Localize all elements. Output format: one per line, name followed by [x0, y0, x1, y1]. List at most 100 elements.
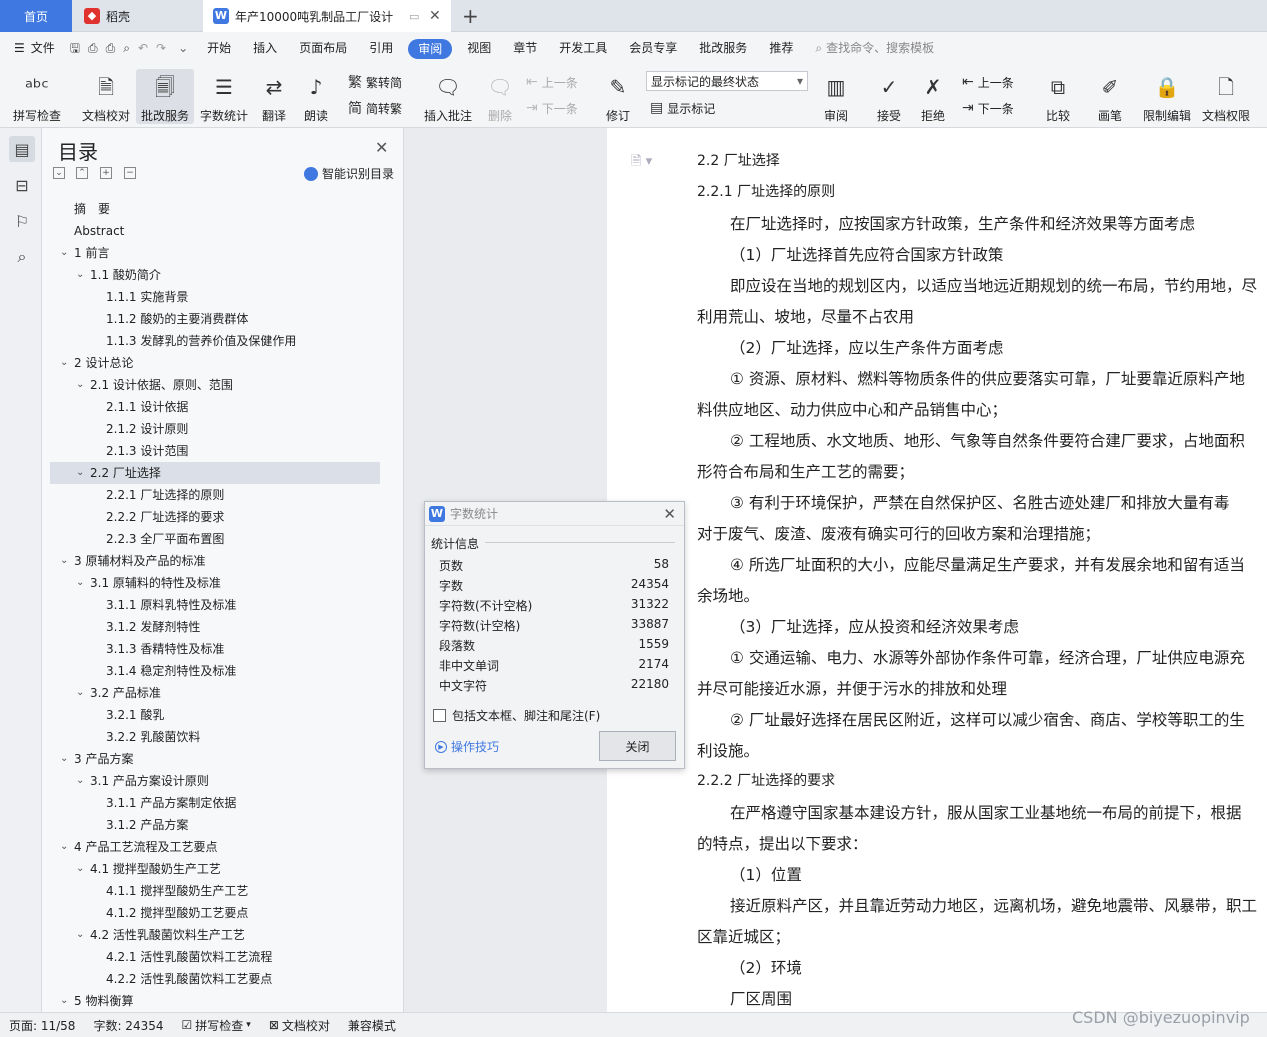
toc-expand-chevron-icon[interactable]: ⌄ — [60, 836, 68, 858]
toc-item[interactable]: ⌄ 3 原辅材料及产品的标准 — [50, 550, 380, 572]
read-aloud-button[interactable]: ♪ 朗读 — [300, 69, 332, 124]
tips-link[interactable]: ▶ 操作技巧 — [435, 738, 499, 755]
export-pdf-icon[interactable]: ⎙ — [84, 32, 102, 65]
toc-item[interactable]: 2.1.1 设计依据 — [50, 396, 380, 418]
remove-heading-icon[interactable]: − — [124, 167, 136, 179]
show-markup-button[interactable]: ▤ 显示标记 — [650, 97, 715, 119]
spell-check-button[interactable]: ᵃᵇᶜ 拼写检查 — [10, 69, 64, 124]
toc-item[interactable]: 3.1.1 原料乳特性及标准 — [50, 594, 380, 616]
document-permission-button[interactable]: 🗋 文档权限 — [1200, 69, 1252, 124]
prev-change-button[interactable]: ⇤ 上一条 — [962, 71, 1014, 93]
toc-item[interactable]: 3.1.4 稳定剂特性及标准 — [50, 660, 380, 682]
monitor-icon[interactable]: ▭ — [409, 10, 419, 23]
toc-item[interactable]: 4.2.2 活性乳酸菌饮料工艺要点 — [50, 968, 380, 990]
restrict-editing-button[interactable]: 🔒 限制编辑 — [1142, 69, 1192, 124]
toc-item[interactable]: 3.1.2 发酵剂特性 — [50, 616, 380, 638]
toc-expand-chevron-icon[interactable]: ⌄ — [60, 748, 68, 770]
checkbox-box[interactable] — [433, 709, 446, 722]
toc-item[interactable]: ⌄ 3.1 产品方案设计原则 — [50, 770, 380, 792]
menu-tab-10[interactable]: 推荐 — [758, 32, 804, 65]
toc-item[interactable]: 2.1.3 设计范围 — [50, 440, 380, 462]
status-proofread[interactable]: ⊠ 文档校对 — [260, 1017, 339, 1034]
track-changes-button[interactable]: ✎ 修订 — [600, 69, 636, 124]
toc-expand-chevron-icon[interactable]: ⌄ — [76, 924, 84, 946]
toc-item[interactable]: 4.1.2 搅拌型酸奶工艺要点 — [50, 902, 380, 924]
prev-comment-button[interactable]: ⇤ 上一条 — [526, 71, 578, 93]
toc-expand-chevron-icon[interactable]: ⌄ — [76, 264, 84, 286]
new-tab-plus-icon[interactable]: + — [462, 4, 479, 28]
chapter-nav-icon[interactable]: ⊟ — [9, 172, 35, 198]
quick-access-dropdown-icon[interactable]: ⌄ — [170, 32, 196, 65]
toc-item[interactable]: ⌄ 4.1 搅拌型酸奶生产工艺 — [50, 858, 380, 880]
toc-item[interactable]: ⌄ 3.2 产品标准 — [50, 682, 380, 704]
reject-button[interactable]: ✗ 拒绝 — [916, 69, 950, 124]
toc-item[interactable]: ⌄ 2 设计总论 — [50, 352, 380, 374]
toc-pane-icon[interactable]: ▤ — [9, 136, 35, 162]
next-comment-button[interactable]: ⇥ 下一条 — [526, 97, 578, 119]
toc-expand-chevron-icon[interactable]: ⌄ — [60, 990, 68, 1012]
menu-tab-4[interactable]: 审阅 — [408, 38, 453, 59]
toc-item[interactable]: ⌄ 1.1 酸奶简介 — [50, 264, 380, 286]
collapse-all-icon[interactable]: ⌄ — [53, 167, 65, 179]
toc-item[interactable]: 1.1.1 实施背景 — [50, 286, 380, 308]
toc-expand-chevron-icon[interactable]: ⌄ — [60, 550, 68, 572]
menu-tab-1[interactable]: 插入 — [242, 32, 288, 65]
toc-item[interactable]: ⌄ 2.1 设计依据、原则、范围 — [50, 374, 380, 396]
include-textbox-checkbox[interactable]: 包括文本框、脚注和尾注(F) — [433, 707, 600, 724]
save-icon[interactable]: 🖫 — [66, 32, 84, 65]
menu-tab-8[interactable]: 会员专享 — [618, 32, 688, 65]
review-pane-button[interactable]: ▥ 审阅 — [818, 69, 854, 124]
pen-button[interactable]: ✐ 画笔 — [1094, 69, 1126, 124]
toc-expand-chevron-icon[interactable]: ⌄ — [76, 462, 84, 484]
redo-icon[interactable]: ↷ — [152, 32, 170, 65]
toc-item[interactable]: ⌄ 2.2 厂址选择 — [50, 462, 380, 484]
toc-item[interactable]: 1.1.2 酸奶的主要消费群体 — [50, 308, 380, 330]
toc-item[interactable]: ⌄ 3.1 原辅料的特性及标准 — [50, 572, 380, 594]
menu-tab-0[interactable]: 开始 — [196, 32, 242, 65]
toc-item[interactable]: 3.2.1 酸乳 — [50, 704, 380, 726]
toc-item[interactable]: ⌄ 1 前言 — [50, 242, 380, 264]
tab-daoke[interactable]: ◆ 稻壳 — [74, 0, 200, 32]
toc-item[interactable]: ⌄ 3 产品方案 — [50, 748, 380, 770]
toc-expand-chevron-icon[interactable]: ⌄ — [76, 682, 84, 704]
toc-expand-chevron-icon[interactable]: ⌄ — [60, 242, 68, 264]
toc-item[interactable]: 2.1.2 设计原则 — [50, 418, 380, 440]
menu-tab-6[interactable]: 章节 — [502, 32, 548, 65]
proofread-button[interactable]: 🗎 文档校对 — [78, 69, 134, 124]
toc-item[interactable]: 4.1.1 搅拌型酸奶生产工艺 — [50, 880, 380, 902]
add-heading-icon[interactable]: + — [100, 167, 112, 179]
trad-to-simp-button[interactable]: 繁繁转简 — [348, 71, 402, 93]
markup-state-select[interactable]: 显示标记的最终状态 ▾ — [646, 71, 808, 91]
tab-close-icon[interactable]: ✕ — [429, 8, 441, 24]
menu-tab-7[interactable]: 开发工具 — [548, 32, 618, 65]
smart-toc-button[interactable]: 智能识别目录 — [304, 165, 394, 182]
document-page[interactable]: 🗎 ▾ 2.2 厂址选择 2.2.1 厂址选择的原则 在厂址选择时，应按国家方针政策… — [607, 128, 1267, 1012]
compare-button[interactable]: ⧉ 比较 — [1040, 69, 1076, 124]
next-change-button[interactable]: ⇥ 下一条 — [962, 97, 1014, 119]
accept-button[interactable]: ✓ 接受 — [872, 69, 906, 124]
word-count-indicator[interactable]: 字数: 24354 — [84, 1017, 172, 1034]
toc-item[interactable]: 4.2.1 活性乳酸菌饮料工艺流程 — [50, 946, 380, 968]
page-indicator[interactable]: 页面: 11/58 — [0, 1017, 84, 1034]
file-menu[interactable]: ☰ 文件 — [0, 32, 66, 65]
toc-item[interactable]: 3.1.1 产品方案制定依据 — [50, 792, 380, 814]
word-count-button[interactable]: ☰ 字数统计 — [198, 69, 250, 124]
toc-item[interactable]: 摘 要 — [50, 198, 380, 220]
simp-to-trad-button[interactable]: 简简转繁 — [348, 97, 402, 119]
toc-item[interactable]: 3.2.2 乳酸菌饮料 — [50, 726, 380, 748]
dialog-close-icon[interactable]: ✕ — [663, 505, 676, 523]
menu-tab-2[interactable]: 页面布局 — [288, 32, 358, 65]
toc-expand-chevron-icon[interactable]: ⌄ — [76, 858, 84, 880]
menu-tab-5[interactable]: 视图 — [456, 32, 502, 65]
toc-item[interactable]: 2.2.1 厂址选择的原则 — [50, 484, 380, 506]
bookmark-icon[interactable]: ⚐ — [9, 208, 35, 234]
toc-item[interactable]: ⌄ 5 物料衡算 — [50, 990, 380, 1012]
command-search[interactable]: ⌕ 查找命令、搜索模板 — [804, 32, 945, 65]
toc-close-icon[interactable]: ✕ — [375, 138, 388, 157]
toc-item[interactable]: ⌄ 4.2 活性乳酸菌饮料生产工艺 — [50, 924, 380, 946]
tab-home[interactable]: 首页 — [0, 0, 72, 32]
paragraph-options-icon[interactable]: 🗎 ▾ — [631, 152, 652, 174]
toc-item[interactable]: 3.1.3 香精特性及标准 — [50, 638, 380, 660]
insert-comment-button[interactable]: 🗨 插入批注 — [422, 69, 474, 124]
toc-expand-chevron-icon[interactable]: ⌄ — [60, 352, 68, 374]
